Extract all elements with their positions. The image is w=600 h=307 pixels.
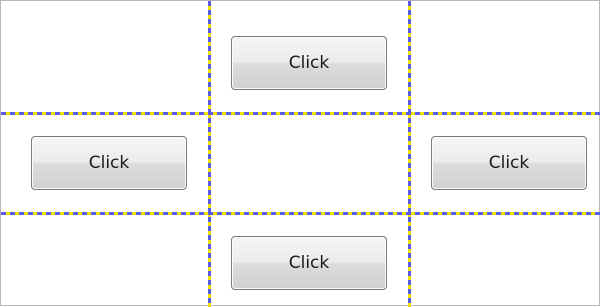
grid-container: Click Click Click Click [0, 0, 600, 307]
grid-line-vertical-1 [208, 1, 211, 307]
click-button-left-label: Click [88, 153, 130, 173]
click-button-top-label: Click [288, 53, 330, 73]
grid-line-horizontal-1 [1, 112, 600, 115]
click-button-right-label: Click [488, 153, 530, 173]
click-button-bottom-label: Click [288, 253, 330, 273]
click-button-top[interactable]: Click [231, 36, 387, 90]
grid-line-horizontal-2 [1, 212, 600, 215]
click-button-left[interactable]: Click [31, 136, 187, 190]
click-button-right[interactable]: Click [431, 136, 587, 190]
click-button-bottom[interactable]: Click [231, 236, 387, 290]
grid-line-vertical-2 [408, 1, 411, 307]
